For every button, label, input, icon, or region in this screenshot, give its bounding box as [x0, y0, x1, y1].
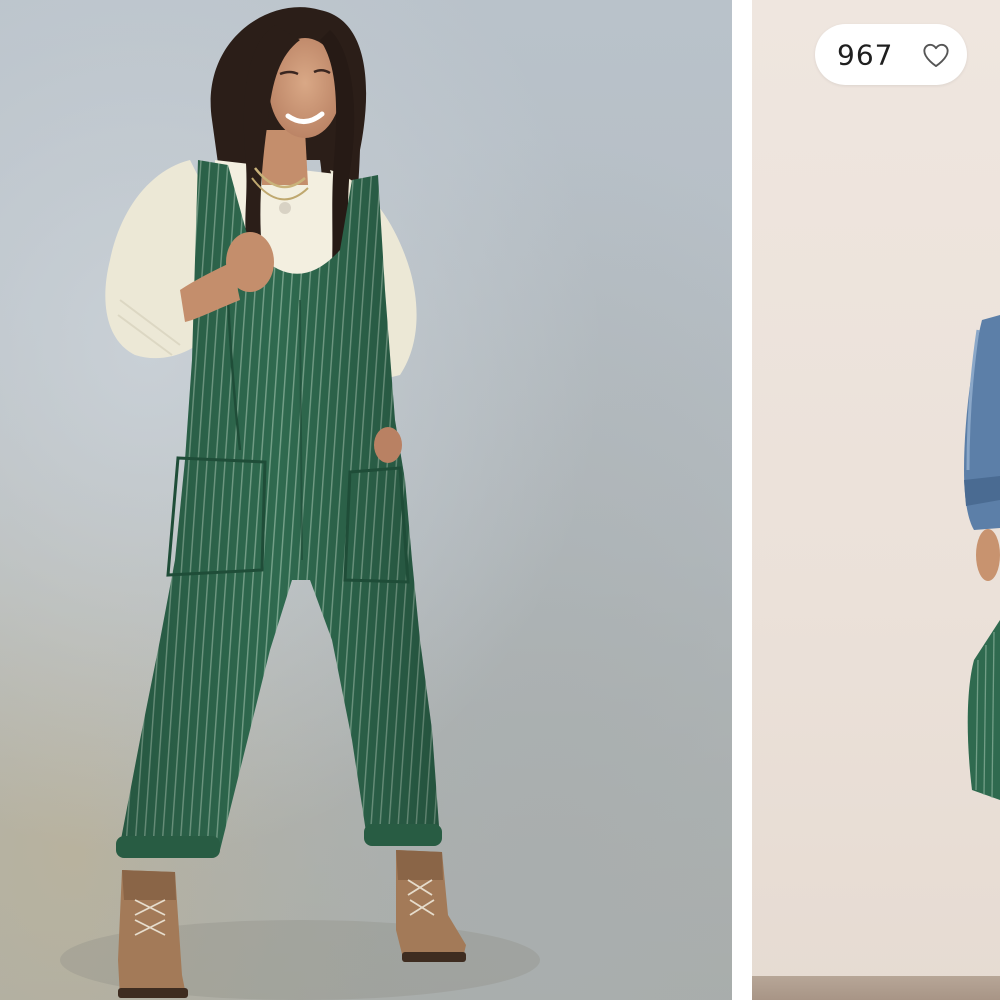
like-button[interactable]: [919, 38, 953, 72]
product-photo-next[interactable]: [752, 0, 1000, 1000]
model-figure: [60, 7, 540, 1000]
likes-badge: 967: [815, 24, 967, 85]
next-model-figure: [964, 315, 1000, 800]
product-photo-main[interactable]: [0, 0, 732, 1000]
heart-outline-icon: [923, 43, 949, 68]
product-image-carousel[interactable]: 967: [0, 0, 1000, 1000]
carousel-gap: [732, 0, 752, 1000]
likes-count: 967: [837, 38, 894, 71]
floor: [752, 976, 1000, 1000]
